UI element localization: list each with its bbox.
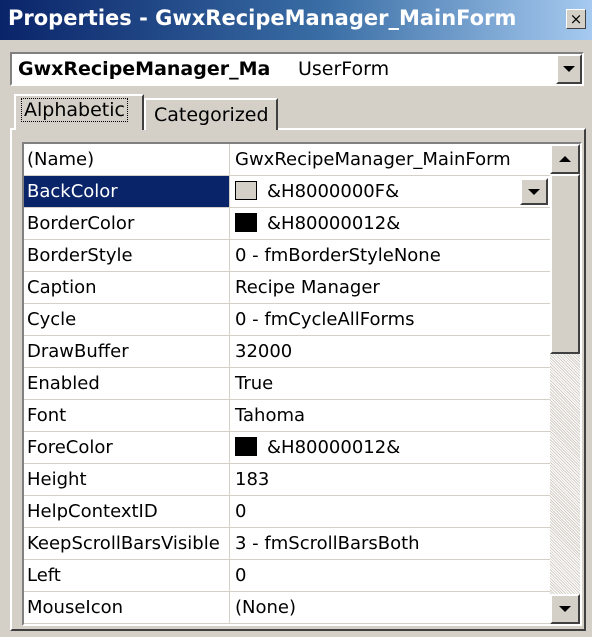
property-value-text: 32000 xyxy=(235,341,293,362)
property-row[interactable]: Font Tahoma xyxy=(24,400,550,432)
property-value[interactable]: 3 - fmScrollBarsBoth xyxy=(231,528,550,559)
property-value[interactable]: 0 xyxy=(231,496,550,527)
property-name[interactable]: Height xyxy=(24,464,230,495)
property-name[interactable]: BorderColor xyxy=(24,208,230,239)
object-type: UserForm xyxy=(298,58,390,80)
property-value-text: 0 xyxy=(235,565,247,586)
property-row[interactable]: (Name) GwxRecipeManager_MainForm xyxy=(24,144,550,176)
scroll-down-button[interactable] xyxy=(550,594,580,624)
property-value-text: True xyxy=(235,373,274,394)
property-value-text: 0 - fmCycleAllForms xyxy=(235,309,415,330)
property-value[interactable]: GwxRecipeManager_MainForm xyxy=(231,144,550,175)
property-value[interactable]: 0 xyxy=(231,560,550,591)
property-value[interactable]: &H8000000F& xyxy=(231,176,550,207)
property-value-text: &H8000000F& xyxy=(267,181,400,202)
property-row[interactable]: DrawBuffer 32000 xyxy=(24,336,550,368)
close-icon: × xyxy=(569,10,583,28)
property-name[interactable]: MouseIcon xyxy=(24,592,230,623)
property-name[interactable]: KeepScrollBarsVisible xyxy=(24,528,230,559)
property-value-text: &H80000012& xyxy=(267,213,401,234)
close-button[interactable]: × xyxy=(566,9,586,29)
property-value-text: 183 xyxy=(235,469,270,490)
property-name[interactable]: BorderStyle xyxy=(24,240,230,271)
object-name: GwxRecipeManager_Ma xyxy=(18,58,271,80)
color-swatch xyxy=(235,213,257,232)
property-value[interactable]: Recipe Manager xyxy=(231,272,550,303)
value-dropdown-button[interactable] xyxy=(520,178,548,205)
property-value[interactable]: True xyxy=(231,368,550,399)
property-value-text: GwxRecipeManager_MainForm xyxy=(235,149,511,170)
window-title: Properties - GwxRecipeManager_MainForm xyxy=(8,6,517,30)
chevron-down-icon xyxy=(559,606,571,612)
property-value[interactable]: 183 xyxy=(231,464,550,495)
property-value[interactable]: 32000 xyxy=(231,336,550,367)
property-value-text: Recipe Manager xyxy=(235,277,380,298)
property-value-text: (None) xyxy=(235,597,297,618)
property-row[interactable]: BorderColor &H80000012& xyxy=(24,208,550,240)
property-list: (Name) GwxRecipeManager_MainForm BackColor… xyxy=(24,144,550,624)
property-name[interactable]: Cycle xyxy=(24,304,230,335)
property-row[interactable]: Cycle 0 - fmCycleAllForms xyxy=(24,304,550,336)
property-row[interactable]: KeepScrollBarsVisible 3 - fmScrollBarsBot… xyxy=(24,528,550,560)
object-selector-dropdown-button[interactable] xyxy=(556,54,582,84)
tab-alphabetic[interactable]: Alphabetic xyxy=(14,94,144,130)
property-value[interactable]: Tahoma xyxy=(231,400,550,431)
property-row[interactable]: BackColor &H8000000F& xyxy=(24,176,550,208)
property-value-text: Tahoma xyxy=(235,405,306,426)
property-name[interactable]: Font xyxy=(24,400,230,431)
color-swatch xyxy=(235,181,257,200)
scroll-thumb[interactable] xyxy=(550,174,580,354)
chevron-down-icon xyxy=(563,66,575,72)
property-name[interactable]: ForeColor xyxy=(24,432,230,463)
chevron-down-icon xyxy=(528,188,540,195)
property-name[interactable]: (Name) xyxy=(24,144,230,175)
property-value[interactable]: 0 - fmBorderStyleNone xyxy=(231,240,550,271)
property-row[interactable]: Enabled True xyxy=(24,368,550,400)
property-name[interactable]: Caption xyxy=(24,272,230,303)
property-value-text: 0 xyxy=(235,501,247,522)
property-value[interactable]: &H80000012& xyxy=(231,208,550,239)
tab-categorized[interactable]: Categorized xyxy=(144,98,278,130)
property-grid: (Name) GwxRecipeManager_MainForm BackColor… xyxy=(22,142,582,626)
property-name[interactable]: HelpContextID xyxy=(24,496,230,527)
property-row[interactable]: BorderStyle 0 - fmBorderStyleNone xyxy=(24,240,550,272)
tab-alphabetic-label: Alphabetic xyxy=(21,98,128,122)
property-row[interactable]: Height 183 xyxy=(24,464,550,496)
property-value-text: &H80000012& xyxy=(267,437,401,458)
color-swatch xyxy=(235,437,257,456)
property-row[interactable]: Caption Recipe Manager xyxy=(24,272,550,304)
property-row[interactable]: MouseIcon (None) xyxy=(24,592,550,624)
title-bar[interactable]: Properties - GwxRecipeManager_MainForm × xyxy=(0,0,592,40)
property-row[interactable]: ForeColor &H80000012& xyxy=(24,432,550,464)
property-name[interactable]: BackColor xyxy=(24,176,230,207)
property-name[interactable]: DrawBuffer xyxy=(24,336,230,367)
object-selector[interactable]: GwxRecipeManager_Ma UserForm xyxy=(10,52,584,86)
tab-categorized-label: Categorized xyxy=(154,104,269,126)
vertical-scrollbar[interactable] xyxy=(550,144,580,624)
property-row[interactable]: HelpContextID 0 xyxy=(24,496,550,528)
property-value-text: 3 - fmScrollBarsBoth xyxy=(235,533,420,554)
property-value[interactable]: (None) xyxy=(231,592,550,623)
chevron-up-icon xyxy=(559,156,571,162)
property-name[interactable]: Left xyxy=(24,560,230,591)
property-value[interactable]: 0 - fmCycleAllForms xyxy=(231,304,550,335)
property-name[interactable]: Enabled xyxy=(24,368,230,399)
property-value-text: 0 - fmBorderStyleNone xyxy=(235,245,441,266)
scroll-up-button[interactable] xyxy=(550,144,580,174)
property-value[interactable]: &H80000012& xyxy=(231,432,550,463)
property-row[interactable]: Left 0 xyxy=(24,560,550,592)
